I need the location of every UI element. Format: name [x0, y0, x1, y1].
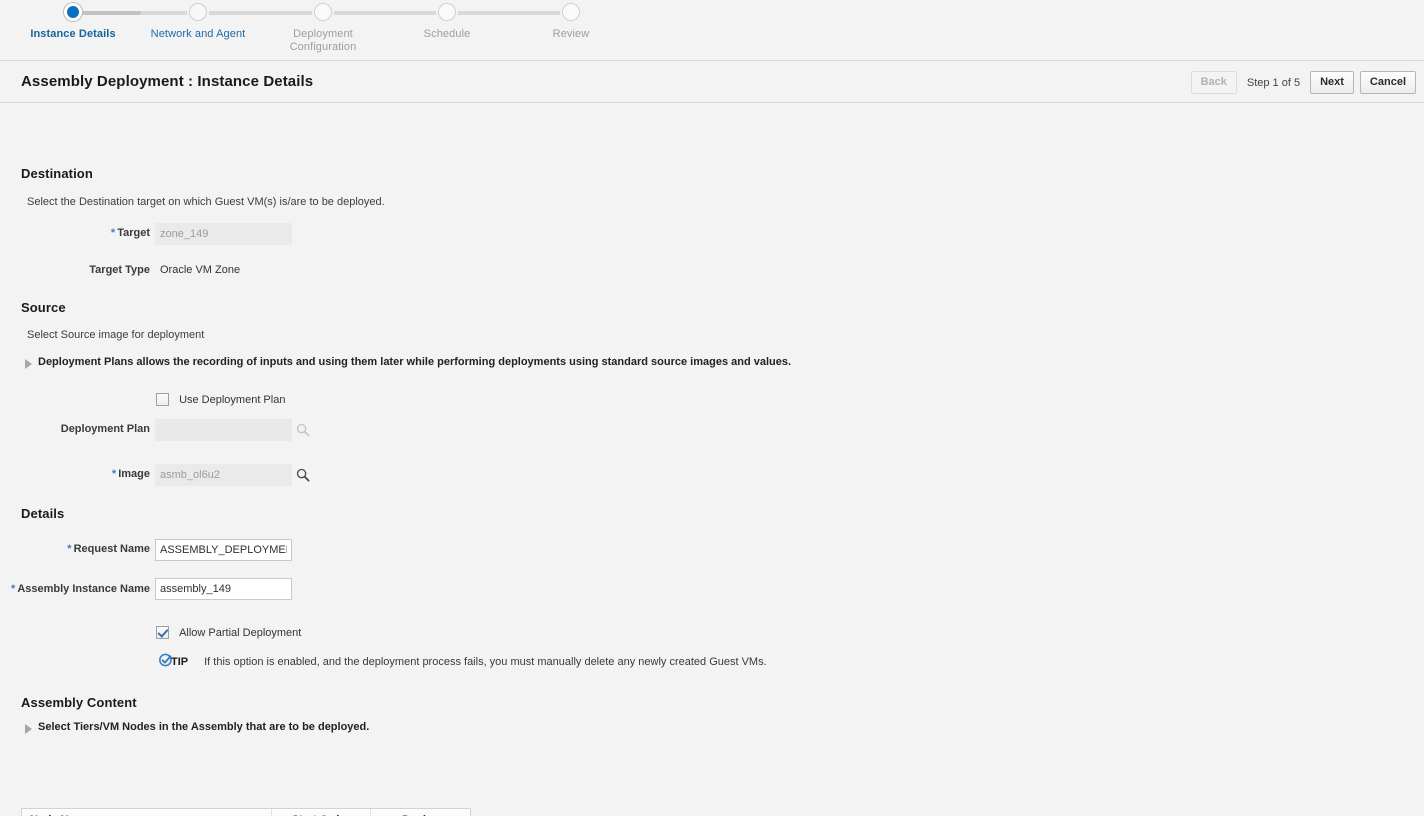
train-label-deployment-configuration: Deployment Configuration	[289, 28, 357, 53]
image-input[interactable]	[155, 464, 292, 486]
column-header-deploy[interactable]: Deploy	[370, 809, 470, 816]
image-field-row: * Image	[0, 464, 310, 486]
train-label-network-and-agent[interactable]: Network and Agent	[128, 28, 268, 41]
train-dot-instance-details[interactable]	[64, 3, 82, 21]
next-button[interactable]: Next	[1310, 71, 1354, 94]
deployment-plan-disclosure[interactable]: Deployment Plans allows the recording of…	[25, 356, 1125, 369]
column-header-node-name[interactable]: Node Name	[22, 809, 272, 816]
train-step-network-and-agent[interactable]: Network and Agent	[128, 0, 268, 41]
train-step-review: Review	[501, 0, 641, 41]
deployment-plan-field-row: Deployment Plan	[0, 419, 310, 441]
assembly-content-table: Node Name Start Order Deploy OVM_OL6U2_x…	[21, 808, 471, 816]
back-button[interactable]: Back	[1190, 71, 1237, 94]
target-type-value: Oracle VM Zone	[160, 264, 241, 276]
target-field-row: * Target	[0, 223, 292, 245]
allow-partial-deployment-label: Allow Partial Deployment	[179, 626, 302, 639]
train-step-schedule: Schedule	[377, 0, 517, 41]
train-dot-schedule	[438, 3, 456, 21]
train-step-instance-details[interactable]: Instance Details	[3, 0, 143, 41]
assembly-content-disclosure[interactable]: Select Tiers/VM Nodes in the Assembly th…	[25, 721, 725, 734]
tip-label: TIP	[171, 655, 189, 668]
search-icon[interactable]	[296, 423, 310, 440]
deployment-plan-label: Deployment Plan	[60, 423, 150, 435]
deployment-plan-disclosure-text: Deployment Plans allows the recording of…	[38, 356, 792, 368]
wizard-train: Instance Details Network and Agent Deplo…	[0, 0, 1424, 60]
destination-heading: Destination	[21, 166, 93, 181]
train-step-deployment-configuration: Deployment Configuration	[253, 0, 393, 54]
train-dot-network-and-agent[interactable]	[189, 3, 207, 21]
use-deployment-plan-checkbox[interactable]	[156, 393, 169, 406]
assembly-instance-name-input[interactable]	[155, 578, 292, 600]
image-required-marker: *	[111, 468, 117, 480]
details-heading: Details	[21, 506, 65, 521]
source-heading: Source	[21, 300, 66, 315]
cancel-button[interactable]: Cancel	[1359, 71, 1416, 94]
request-name-label: * Request Name	[67, 543, 150, 555]
train-dot-review	[562, 3, 580, 21]
page-title: Assembly Deployment : Instance Details	[21, 73, 314, 90]
request-name-input[interactable]	[155, 539, 292, 561]
assembly-instance-name-required-marker: *	[11, 583, 16, 595]
target-type-label: Target Type	[89, 264, 150, 276]
chevron-right-icon[interactable]	[25, 359, 32, 369]
tip-text: If this option is enabled, and the deplo…	[204, 655, 767, 668]
assembly-content-heading: Assembly Content	[21, 695, 137, 710]
target-type-row: Target Type Oracle VM Zone	[0, 260, 240, 276]
train-dot-deployment-configuration	[314, 3, 332, 21]
page-header-bar: Assembly Deployment : Instance Details B…	[0, 60, 1424, 105]
use-deployment-plan-label: Use Deployment Plan	[179, 393, 286, 406]
search-icon[interactable]	[296, 468, 310, 485]
allow-partial-deployment-checkbox[interactable]	[156, 626, 169, 639]
chevron-right-icon[interactable]	[25, 724, 32, 734]
target-label: * Target	[110, 227, 150, 239]
allow-partial-deployment-row[interactable]: Allow Partial Deployment	[156, 626, 301, 639]
train-label-instance-details: Instance Details	[30, 28, 116, 40]
target-input[interactable]	[155, 223, 292, 245]
assembly-instance-name-label: * Assembly Instance Name	[11, 583, 150, 595]
use-deployment-plan-row[interactable]: Use Deployment Plan	[156, 393, 285, 406]
table-header-row: Node Name Start Order Deploy	[22, 809, 470, 816]
tip-row: TIP If this option is enabled, and the d…	[158, 652, 767, 671]
assembly-instance-name-row: * Assembly Instance Name	[0, 578, 292, 600]
source-description: Select Source image for deployment	[27, 329, 205, 341]
image-label: * Image	[111, 468, 150, 480]
request-name-row: * Request Name	[0, 539, 292, 561]
column-header-start-order[interactable]: Start Order	[271, 809, 371, 816]
assembly-content-disclosure-text: Select Tiers/VM Nodes in the Assembly th…	[38, 721, 370, 733]
train-label-schedule: Schedule	[423, 28, 471, 40]
train-label-review: Review	[552, 28, 590, 40]
deployment-plan-input[interactable]	[155, 419, 292, 441]
wizard-actions: Back Step 1 of 5 Next Cancel	[1190, 71, 1416, 94]
destination-description: Select the Destination target on which G…	[27, 196, 385, 208]
step-counter: Step 1 of 5	[1246, 76, 1301, 89]
target-required-marker: *	[110, 227, 116, 239]
request-name-required-marker: *	[67, 543, 72, 555]
